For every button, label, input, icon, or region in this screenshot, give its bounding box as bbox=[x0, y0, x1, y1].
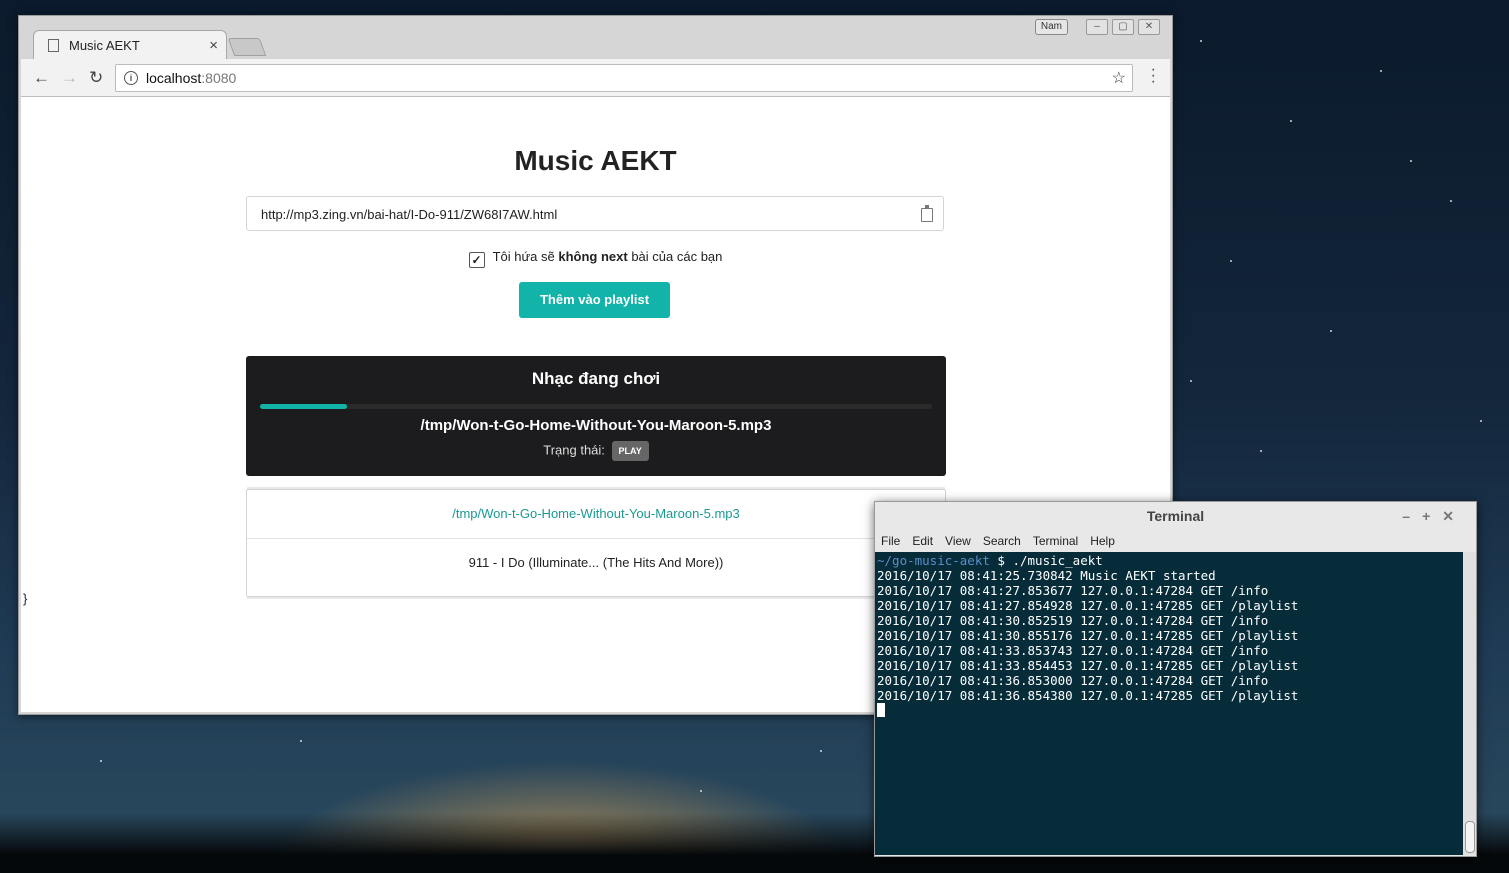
info-icon[interactable]: i bbox=[124, 71, 138, 85]
current-track: /tmp/Won-t-Go-Home-Without-You-Maroon-5.… bbox=[420, 417, 772, 434]
maximize-icon[interactable]: + bbox=[1422, 508, 1442, 524]
now-playing-heading: Nhạc đang chơi bbox=[531, 369, 661, 388]
minimize-icon[interactable]: – bbox=[1402, 508, 1422, 524]
tab-close-icon[interactable]: × bbox=[209, 37, 218, 54]
terminal-title: Terminal bbox=[1146, 508, 1205, 524]
bookmark-star-icon[interactable]: ☆ bbox=[1112, 68, 1126, 88]
forward-icon[interactable]: → bbox=[61, 68, 78, 88]
url-host: localhost bbox=[146, 70, 202, 86]
log-line: 2016/10/17 08:41:30.852519 127.0.0.1:472… bbox=[877, 613, 1269, 628]
prompt-command: $ ./music_aekt bbox=[989, 553, 1103, 568]
minimize-icon[interactable]: – bbox=[1086, 19, 1108, 35]
profile-badge[interactable]: Nam bbox=[1034, 19, 1068, 35]
terminal-menubar: File Edit View Search Terminal Help bbox=[875, 530, 1476, 552]
close-icon[interactable]: ✕ bbox=[1138, 19, 1160, 35]
log-line: 2016/10/17 08:41:30.855176 127.0.0.1:472… bbox=[877, 628, 1299, 643]
url-port: :8080 bbox=[201, 70, 237, 86]
log-line: 2016/10/17 08:41:33.854453 127.0.0.1:472… bbox=[877, 658, 1299, 673]
add-to-playlist-button[interactable]: Thêm vào playlist bbox=[519, 282, 670, 318]
status-row: Trạng thái: PLAY bbox=[246, 441, 946, 461]
song-url-input[interactable]: http://mp3.zing.vn/bai-hat/I-Do-911/ZW68… bbox=[246, 196, 944, 231]
scrollbar-thumb[interactable] bbox=[1465, 821, 1475, 853]
progress-fill bbox=[260, 404, 348, 409]
menu-help[interactable]: Help bbox=[1090, 530, 1115, 552]
promise-checkbox[interactable]: ✓ bbox=[468, 252, 485, 268]
address-bar[interactable]: i localhost:8080 ☆ bbox=[115, 64, 1133, 92]
log-line: 2016/10/17 08:41:25.730842 Music AEKT st… bbox=[877, 568, 1216, 583]
playlist: /tmp/Won-t-Go-Home-Without-You-Maroon-5.… bbox=[246, 489, 946, 597]
promise-text-suffix: bài của các bạn bbox=[627, 249, 723, 264]
playlist-item[interactable]: 911 - I Do (Illuminate... (The Hits And … bbox=[247, 539, 945, 587]
song-url-value: http://mp3.zing.vn/bai-hat/I-Do-911/ZW68… bbox=[261, 207, 558, 222]
log-line: 2016/10/17 08:41:27.853677 127.0.0.1:472… bbox=[877, 583, 1269, 598]
menu-file[interactable]: File bbox=[881, 530, 900, 552]
page-icon bbox=[48, 39, 59, 52]
maximize-icon[interactable]: ▢ bbox=[1112, 19, 1134, 35]
prompt-path: ~/go-music-aekt bbox=[877, 553, 990, 568]
menu-edit[interactable]: Edit bbox=[912, 530, 933, 552]
reload-icon[interactable]: ↻ bbox=[89, 68, 103, 88]
promise-text-bold: không next bbox=[558, 249, 628, 264]
progress-bar[interactable] bbox=[260, 404, 932, 409]
menu-terminal[interactable]: Terminal bbox=[1033, 530, 1078, 552]
terminal-window: Terminal –+✕ File Edit View Search Termi… bbox=[874, 501, 1477, 857]
menu-icon[interactable]: · · · bbox=[1151, 62, 1156, 90]
promise-checkbox-row: ✓ Tôi hứa sẽ không next bài của các bạn bbox=[21, 249, 1170, 268]
terminal-output[interactable]: ~/go-music-aekt $ ./music_aekt 2016/10/1… bbox=[875, 552, 1463, 855]
now-playing-panel: Nhạc đang chơi /tmp/Won-t-Go-Home-Withou… bbox=[246, 356, 946, 476]
stray-text: } bbox=[23, 591, 28, 606]
log-line: 2016/10/17 08:41:27.854928 127.0.0.1:472… bbox=[877, 598, 1299, 613]
status-badge: PLAY bbox=[611, 441, 649, 461]
back-icon[interactable]: ← bbox=[33, 68, 50, 88]
page-title: Music AEKT bbox=[514, 145, 677, 176]
promise-text-prefix: Tôi hứa sẽ bbox=[492, 249, 559, 264]
log-line: 2016/10/17 08:41:36.853000 127.0.0.1:472… bbox=[877, 673, 1269, 688]
new-tab-button[interactable] bbox=[227, 38, 267, 56]
menu-view[interactable]: View bbox=[945, 530, 971, 552]
terminal-cursor bbox=[877, 703, 885, 717]
log-line: 2016/10/17 08:41:36.854380 127.0.0.1:472… bbox=[877, 688, 1299, 703]
menu-search[interactable]: Search bbox=[983, 530, 1021, 552]
status-label: Trạng thái: bbox=[543, 442, 605, 458]
terminal-titlebar: Terminal –+✕ bbox=[875, 502, 1476, 530]
tab-title: Music AEKT bbox=[69, 38, 140, 53]
playlist-item[interactable]: /tmp/Won-t-Go-Home-Without-You-Maroon-5.… bbox=[247, 490, 945, 539]
clipboard-icon[interactable] bbox=[921, 205, 933, 222]
terminal-scrollbar[interactable] bbox=[1463, 552, 1476, 855]
log-line: 2016/10/17 08:41:33.853743 127.0.0.1:472… bbox=[877, 643, 1269, 658]
window-controls: Nam – ▢ ✕ bbox=[1034, 19, 1160, 35]
close-icon[interactable]: ✕ bbox=[1442, 508, 1466, 524]
browser-tab[interactable]: Music AEKT × bbox=[33, 30, 227, 60]
browser-toolbar: ← → ↻ i localhost:8080 ☆ · · · bbox=[21, 59, 1170, 97]
